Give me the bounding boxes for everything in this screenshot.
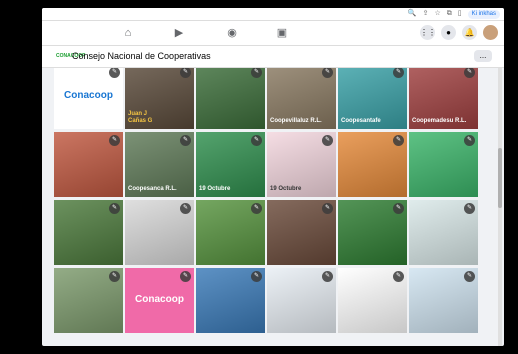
edit-icon[interactable]: ✎ — [180, 271, 191, 282]
edit-icon[interactable]: ✎ — [322, 271, 333, 282]
logo-text: Conacoop — [64, 90, 113, 101]
photo-caption: 19 Octubre — [270, 186, 302, 192]
edit-icon[interactable]: ✎ — [109, 68, 120, 78]
edit-icon[interactable]: ✎ — [322, 68, 333, 78]
photo-tile[interactable]: Coopevillaluz R.L. ✎ — [267, 68, 336, 129]
notifications-icon[interactable]: 🔔 — [462, 25, 477, 40]
photo-tile[interactable]: ✎ — [54, 200, 123, 265]
edit-icon[interactable]: ✎ — [393, 203, 404, 214]
zoom-icon[interactable]: 🔍 — [408, 9, 417, 19]
edit-icon[interactable]: ✎ — [180, 135, 191, 146]
edit-icon[interactable]: ✎ — [322, 203, 333, 214]
photo-tile[interactable]: Coopemadesu R.L. ✎ — [409, 68, 478, 129]
photo-tile[interactable]: ✎ — [267, 268, 336, 333]
groups-icon[interactable]: ◉ — [226, 27, 238, 39]
photo-tile[interactable]: ✎ — [338, 268, 407, 333]
photo-tile[interactable]: ✎ — [409, 200, 478, 265]
photo-tile[interactable]: ✎ — [125, 200, 194, 265]
edit-icon[interactable]: ✎ — [180, 203, 191, 214]
photo-caption: 19 Octubre — [199, 186, 231, 192]
photo-tile[interactable]: ✎ — [338, 200, 407, 265]
gaming-icon[interactable]: ▣ — [276, 27, 288, 39]
photo-tile[interactable]: 19 Octubre ✎ — [196, 132, 265, 197]
logo-text: Conacoop — [135, 294, 184, 305]
photo-tile[interactable]: Coopesantafe ✎ — [338, 68, 407, 129]
photo-tile[interactable]: ✎ — [267, 200, 336, 265]
photo-tile[interactable]: ✎ — [338, 132, 407, 197]
photo-caption: Juan J Cañas G — [128, 111, 153, 124]
photo-grid: Conacoop ✎ Juan J Cañas G ✎ ✎ Coopevillaluz R… — [54, 68, 480, 346]
scrollbar-thumb[interactable] — [498, 148, 502, 208]
edit-icon[interactable]: ✎ — [251, 271, 262, 282]
more-options-button[interactable]: ... — [474, 50, 492, 62]
photo-tile[interactable]: Juan J Cañas G ✎ — [125, 68, 194, 129]
edit-icon[interactable]: ✎ — [464, 68, 475, 78]
photo-tile[interactable]: ✎ — [196, 268, 265, 333]
edit-icon[interactable]: ✎ — [464, 135, 475, 146]
edit-icon[interactable]: ✎ — [109, 135, 120, 146]
edit-icon[interactable]: ✎ — [251, 135, 262, 146]
avatar[interactable] — [483, 25, 498, 40]
edit-icon[interactable]: ✎ — [109, 203, 120, 214]
edit-icon[interactable]: ✎ — [251, 203, 262, 214]
browser-toolbar: 🔍 ⇪ ☆ ⧉ ▯ Ki inkhas — [42, 8, 504, 21]
messenger-icon[interactable]: ● — [441, 25, 456, 40]
photo-tile[interactable]: ✎ — [196, 68, 265, 129]
photo-tile[interactable]: ✎ — [409, 132, 478, 197]
edit-icon[interactable]: ✎ — [251, 68, 262, 78]
watch-icon[interactable]: ▶ — [173, 27, 185, 39]
photo-tile[interactable]: ✎ — [54, 268, 123, 333]
edit-icon[interactable]: ✎ — [464, 203, 475, 214]
photo-caption: Coopesantafe — [341, 118, 381, 124]
browser-window: 🔍 ⇪ ☆ ⧉ ▯ Ki inkhas ⌂ ▶ ◉ ▣ ⋮⋮ ● 🔔 CONAC… — [42, 8, 504, 346]
edit-icon[interactable]: ✎ — [464, 271, 475, 282]
edit-icon[interactable]: ✎ — [393, 271, 404, 282]
photo-tile[interactable]: ✎ — [54, 132, 123, 197]
menu-icon[interactable]: ⋮⋮ — [420, 25, 436, 40]
edit-icon[interactable]: ✎ — [393, 135, 404, 146]
edit-icon[interactable]: ✎ — [322, 135, 333, 146]
star-icon[interactable]: ☆ — [435, 9, 441, 19]
page-logo: CONACOOP — [56, 53, 86, 59]
edit-icon[interactable]: ✎ — [393, 68, 404, 78]
extensions-icon[interactable]: ⧉ — [447, 9, 452, 19]
home-icon[interactable]: ⌂ — [122, 27, 134, 39]
sidebar-icon[interactable]: ▯ — [458, 9, 462, 19]
photo-tile[interactable]: Coopesanca R.L. ✎ — [125, 132, 194, 197]
photo-caption: Coopevillaluz R.L. — [270, 118, 322, 124]
photo-tile[interactable]: ✎ — [409, 268, 478, 333]
photo-tile[interactable]: 19 Octubre ✎ — [267, 132, 336, 197]
photo-caption: Coopemadesu R.L. — [412, 118, 467, 124]
scrollbar[interactable] — [498, 68, 502, 346]
photo-tile[interactable]: Conacoop ✎ — [54, 68, 123, 129]
share-icon[interactable]: ⇪ — [423, 9, 429, 19]
photo-tile[interactable]: ✎ — [196, 200, 265, 265]
photo-caption: Coopesanca R.L. — [128, 186, 177, 192]
photo-tile[interactable]: Conacoop ✎ — [125, 268, 194, 333]
page-header: CONACOOP Consejo Nacional de Cooperativa… — [42, 46, 504, 68]
profile-button[interactable]: Ki inkhas — [467, 9, 500, 19]
edit-icon[interactable]: ✎ — [180, 68, 191, 78]
page-title[interactable]: Consejo Nacional de Cooperativas — [72, 50, 211, 63]
edit-icon[interactable]: ✎ — [109, 271, 120, 282]
top-navigation: ⌂ ▶ ◉ ▣ ⋮⋮ ● 🔔 — [42, 21, 504, 46]
